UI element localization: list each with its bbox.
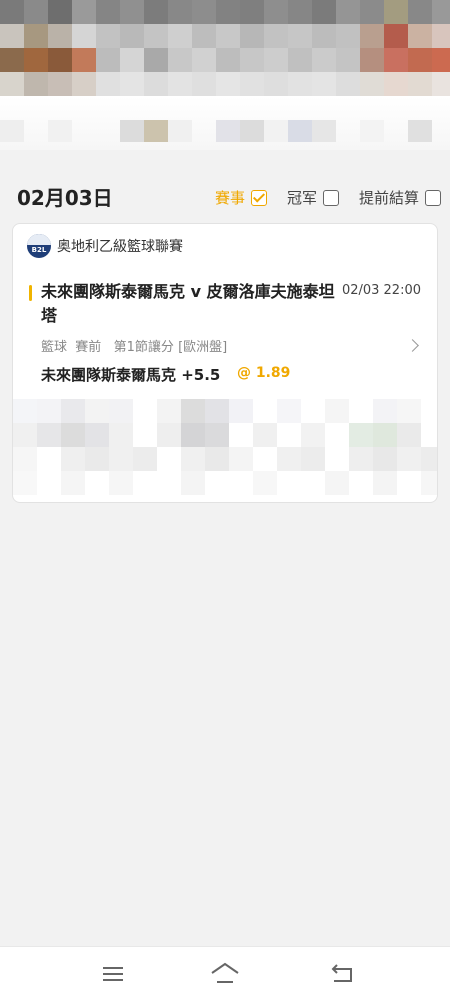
league-logo-text: B2L: [31, 246, 47, 254]
bet-card[interactable]: B2L 奥地利乙級籃球聯賽 未來團隊斯泰爾馬克 v 皮爾洛庫夫施泰坦塔 02/0…: [12, 223, 438, 503]
date-title: 02月03日: [17, 186, 113, 210]
filter-cashout[interactable]: 提前結算: [359, 187, 442, 208]
filter-cashout-checkbox[interactable]: [425, 189, 442, 206]
filter-cashout-label: 提前結算: [359, 189, 420, 207]
filter-events[interactable]: 賽事: [215, 187, 268, 208]
league-name: 奥地利乙級籃球聯賽: [57, 239, 183, 255]
filter-events-checkbox[interactable]: [251, 189, 268, 206]
match-indicator-bar: [29, 285, 32, 301]
match-time: 02/03 22:00: [341, 283, 421, 298]
system-navigation-bar: [0, 946, 450, 1000]
filter-champion-checkbox[interactable]: [323, 189, 340, 206]
card-blurred-area: [13, 399, 437, 502]
header-blurred-area: [0, 0, 450, 150]
filter-champion[interactable]: 冠军: [287, 187, 340, 208]
filter-events-label: 賽事: [215, 189, 246, 207]
bet-selection: 未來團隊斯泰爾馬克 +5.5: [41, 366, 221, 384]
league-logo-icon: B2L: [27, 234, 51, 258]
date-filter-bar: 02月03日 賽事 冠军 提前結算: [0, 170, 450, 220]
back-icon[interactable]: [331, 964, 355, 984]
league-header: B2L 奥地利乙級籃球聯賽: [27, 234, 183, 258]
filter-champion-label: 冠军: [287, 189, 318, 207]
market-info: 籃球 賽前 第1節讓分 [歐洲盤]: [41, 340, 228, 355]
home-icon[interactable]: [210, 961, 240, 985]
menu-icon[interactable]: [103, 967, 123, 981]
match-title: 未來團隊斯泰爾馬克 v 皮爾洛庫夫施泰坦塔: [41, 282, 335, 325]
chevron-right-icon[interactable]: [406, 339, 419, 352]
bet-odds: @ 1.89: [237, 365, 291, 381]
